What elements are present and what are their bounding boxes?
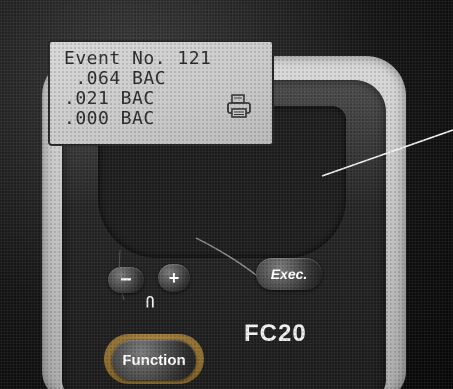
minus-button[interactable]: −: [108, 267, 144, 293]
model-label: FC20: [244, 320, 307, 347]
photo-scene: Event No. 121 .064 BAC .021 BAC .000 BAC…: [0, 0, 453, 389]
function-button[interactable]: Function: [112, 340, 196, 380]
callout-pointer-line: [321, 129, 453, 177]
plus-button[interactable]: +: [158, 264, 190, 292]
power-symbol-icon: Ⴖ: [146, 296, 155, 311]
exec-button[interactable]: Exec.: [256, 258, 322, 290]
